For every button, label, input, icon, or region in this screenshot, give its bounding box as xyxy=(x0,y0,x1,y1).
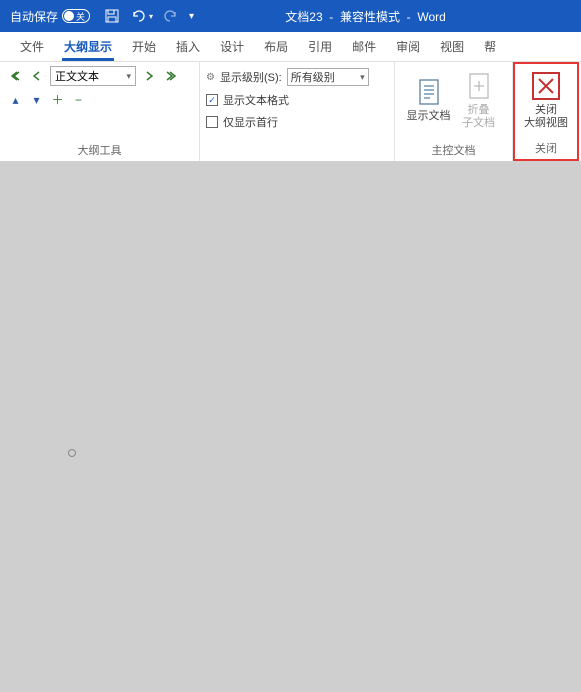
show-document-button[interactable]: 显示文档 xyxy=(405,78,453,123)
show-document-label: 显示文档 xyxy=(407,110,451,123)
group-label-master: 主控文档 xyxy=(395,140,512,161)
expand-button[interactable]: ＋ xyxy=(50,92,65,107)
tab-mailings[interactable]: 邮件 xyxy=(342,32,386,61)
group-label-outline: 大纲工具 xyxy=(0,140,199,161)
chevron-down-icon: ▾ xyxy=(360,72,365,83)
group-label-close: 关闭 xyxy=(515,138,577,159)
group-show-options: ⚙ 显示级别(S): 所有级别 ▾ ✓ 显示文本格式 仅显示首行 xyxy=(200,62,395,161)
title-bar: 自动保存 关 ▾ ▾ 文档23 - 兼容性模式 - Word xyxy=(0,0,581,32)
document-icon xyxy=(415,78,443,106)
group-close: 关闭大纲视图 关闭 xyxy=(513,62,579,161)
tab-home[interactable]: 开始 xyxy=(122,32,166,61)
tab-design[interactable]: 设计 xyxy=(210,32,254,61)
first-line-label: 仅显示首行 xyxy=(223,114,278,130)
close-outline-label: 关闭大纲视图 xyxy=(524,104,568,130)
toggle-track: 关 xyxy=(62,9,90,23)
spacer-label xyxy=(200,144,394,161)
collapse-button[interactable]: − xyxy=(71,92,86,107)
collapse-icon xyxy=(465,72,493,100)
document-area[interactable] xyxy=(0,162,581,692)
tab-view[interactable]: 视图 xyxy=(430,32,474,61)
toggle-state: 关 xyxy=(76,10,85,23)
autosave-toggle[interactable]: 自动保存 关 xyxy=(10,8,90,25)
promote-top-button[interactable] xyxy=(6,67,24,85)
outline-level-value: 正文文本 xyxy=(55,68,99,84)
demote-button[interactable] xyxy=(140,67,158,85)
autosave-label: 自动保存 xyxy=(10,8,58,25)
promote-button[interactable] xyxy=(28,67,46,85)
tab-insert[interactable]: 插入 xyxy=(166,32,210,61)
ribbon: 正文文本 ▾ ▴ ▾ ＋ − 大纲工具 ⚙ 显示级别(S): 所有级别 xyxy=(0,62,581,162)
tab-help[interactable]: 帮 xyxy=(474,32,506,61)
toggle-knob xyxy=(64,11,74,21)
checkbox-unchecked-icon xyxy=(206,116,218,128)
group-master-document: 显示文档 折叠子文档 主控文档 xyxy=(395,62,513,161)
move-down-button[interactable]: ▾ xyxy=(29,92,44,107)
show-level-icon: ⚙ xyxy=(206,72,215,83)
show-formatting-checkbox[interactable]: ✓ 显示文本格式 xyxy=(206,92,388,108)
show-level-value: 所有级别 xyxy=(291,69,335,85)
demote-body-button[interactable] xyxy=(162,67,180,85)
save-button[interactable] xyxy=(104,8,120,24)
checkbox-checked-icon: ✓ xyxy=(206,94,218,106)
first-line-checkbox[interactable]: 仅显示首行 xyxy=(206,114,388,130)
close-outline-button[interactable]: 关闭大纲视图 xyxy=(522,72,570,130)
document-page[interactable] xyxy=(92,166,520,692)
move-up-button[interactable]: ▴ xyxy=(8,92,23,107)
tab-layout[interactable]: 布局 xyxy=(254,32,298,61)
show-formatting-label: 显示文本格式 xyxy=(223,92,289,108)
outline-bullet-icon[interactable] xyxy=(68,449,76,457)
window-title: 文档23 - 兼容性模式 - Word xyxy=(154,8,577,25)
tab-references[interactable]: 引用 xyxy=(298,32,342,61)
ribbon-tabs: 文件 大纲显示 开始 插入 设计 布局 引用 邮件 审阅 视图 帮 xyxy=(0,32,581,62)
undo-button[interactable]: ▾ xyxy=(130,9,153,23)
collapse-subdocs-label: 折叠子文档 xyxy=(462,104,495,130)
show-level-combo[interactable]: 所有级别 ▾ xyxy=(287,68,369,86)
tab-review[interactable]: 审阅 xyxy=(386,32,430,61)
tab-file[interactable]: 文件 xyxy=(10,32,54,61)
redo-button[interactable] xyxy=(163,9,179,23)
chevron-down-icon: ▾ xyxy=(126,71,131,82)
outline-level-combo[interactable]: 正文文本 ▾ xyxy=(50,66,136,86)
group-outline-tools: 正文文本 ▾ ▴ ▾ ＋ − 大纲工具 xyxy=(0,62,200,161)
close-icon xyxy=(532,72,560,100)
collapse-subdocs-button[interactable]: 折叠子文档 xyxy=(455,72,503,130)
show-level-label: 显示级别(S): xyxy=(220,69,282,85)
tab-outline[interactable]: 大纲显示 xyxy=(54,32,122,61)
